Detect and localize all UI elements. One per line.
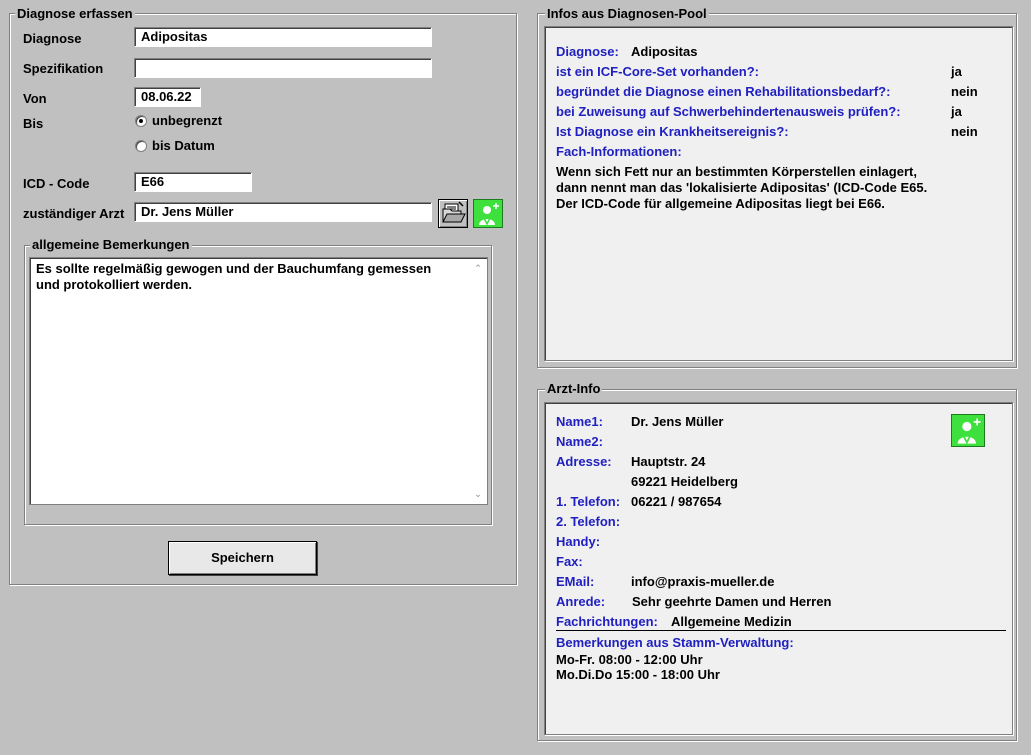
arzt-fax-label: Fax:	[556, 554, 583, 569]
pool-question-2: begründet die Diagnose einen Rehabilitat…	[556, 84, 891, 99]
diagnose-label: Diagnose	[23, 31, 82, 46]
pool-answer-2: nein	[951, 84, 978, 99]
open-folder-button[interactable]	[438, 199, 468, 228]
icd-code-label: ICD - Code	[23, 176, 90, 191]
pool-fach-label: Fach-Informationen:	[556, 144, 682, 159]
pool-fach-line-2: dann nennt man das 'lokalisierte Adiposi…	[556, 180, 928, 195]
save-button[interactable]: Speichern	[168, 541, 317, 575]
arzt-bemerkungen-label: Bemerkungen aus Stamm-Verwaltung:	[556, 635, 794, 650]
arzt-telefon1-label: 1. Telefon:	[556, 494, 621, 509]
arzt-label: zuständiger Arzt	[23, 206, 125, 221]
pool-fach-line-1: Wenn sich Fett nur an bestimmten Körpers…	[556, 164, 917, 179]
bemerkungen-line-2: und protokolliert werden.	[36, 277, 193, 292]
arzt-anrede-value: Sehr geehrte Damen und Herren	[632, 594, 832, 609]
von-date-field[interactable]: 08.06.22	[134, 87, 201, 107]
diagnose-field[interactable]: Adipositas	[134, 27, 432, 47]
scroll-down-icon[interactable]: ⌄	[474, 490, 482, 499]
arzt-name2-label: Name2:	[556, 434, 603, 449]
arzt-name1-value: Dr. Jens Müller	[631, 414, 724, 429]
pool-answer-3: ja	[951, 104, 962, 119]
diagnosen-pool-legend: Infos aus Diagnosen-Pool	[545, 6, 709, 21]
bemerkungen-scrollbar[interactable]: ⌃ ⌄	[471, 260, 485, 502]
arzt-telefon1-value: 06221 / 987654	[631, 494, 722, 509]
arzt-bemerkungen-line-1: Mo-Fr. 08:00 - 12:00 Uhr	[556, 652, 703, 667]
doctor-icon	[957, 418, 981, 445]
arzt-info-panel	[544, 402, 1013, 735]
arzt-name1-label: Name1:	[556, 414, 603, 429]
scroll-up-icon[interactable]: ⌃	[474, 264, 482, 273]
pool-diagnose-label: Diagnose:	[556, 44, 619, 59]
arzt-field[interactable]: Dr. Jens Müller	[134, 202, 432, 222]
bemerkungen-legend: allgemeine Bemerkungen	[30, 237, 192, 252]
arzt-telefon2-label: 2. Telefon:	[556, 514, 621, 529]
radio-unbegrenzt-label[interactable]: unbegrenzt	[152, 113, 222, 129]
von-label: Von	[23, 91, 47, 106]
radio-unbegrenzt[interactable]	[135, 115, 147, 127]
spezifikation-field[interactable]	[134, 58, 432, 78]
pool-question-3: bei Zuweisung auf Schwerbehindertenauswe…	[556, 104, 901, 119]
arzt-adresse-line-2: 69221 Heidelberg	[631, 474, 738, 489]
bis-label: Bis	[23, 116, 44, 131]
arzt-adresse-label: Adresse:	[556, 454, 612, 469]
diagnose-erfassen-legend: Diagnose erfassen	[15, 6, 135, 21]
bemerkungen-line-1: Es sollte regelmäßig gewogen und der Bau…	[36, 261, 432, 276]
arzt-fach-value: Allgemeine Medizin	[671, 614, 792, 629]
arzt-divider	[556, 630, 1006, 631]
arzt-handy-label: Handy:	[556, 534, 601, 549]
icd-code-field[interactable]: E66	[134, 172, 252, 192]
arzt-email-label: EMail:	[556, 574, 595, 589]
arzt-adresse-line-1: Hauptstr. 24	[631, 454, 706, 469]
doctor-button[interactable]	[473, 199, 503, 228]
spezifikation-label: Spezifikation	[23, 61, 104, 76]
pool-diagnose-value: Adipositas	[631, 44, 698, 59]
arzt-info-legend: Arzt-Info	[545, 381, 603, 396]
doctor-icon	[479, 203, 499, 226]
arzt-anrede-label: Anrede:	[556, 594, 606, 609]
pool-question-4: Ist Diagnose ein Krankheitsereignis?:	[556, 124, 789, 139]
arzt-fach-label: Fachrichtungen:	[556, 614, 658, 629]
pool-answer-4: nein	[951, 124, 978, 139]
pool-fach-line-3: Der ICD-Code für allgemeine Adipositas l…	[556, 196, 885, 211]
arzt-email-value: info@praxis-mueller.de	[631, 574, 775, 589]
arzt-bemerkungen-line-2: Mo.Di.Do 15:00 - 18:00 Uhr	[556, 667, 720, 682]
bemerkungen-textarea[interactable]: Es sollte regelmäßig gewogen und der Bau…	[29, 257, 488, 505]
pool-answer-1: ja	[951, 64, 962, 79]
arzt-doctor-badge	[951, 414, 985, 447]
radio-bis-datum[interactable]	[135, 140, 147, 152]
open-folder-icon	[442, 201, 466, 223]
radio-bis-datum-label[interactable]: bis Datum	[152, 138, 215, 154]
pool-question-1: ist ein ICF-Core-Set vorhanden?:	[556, 64, 759, 79]
